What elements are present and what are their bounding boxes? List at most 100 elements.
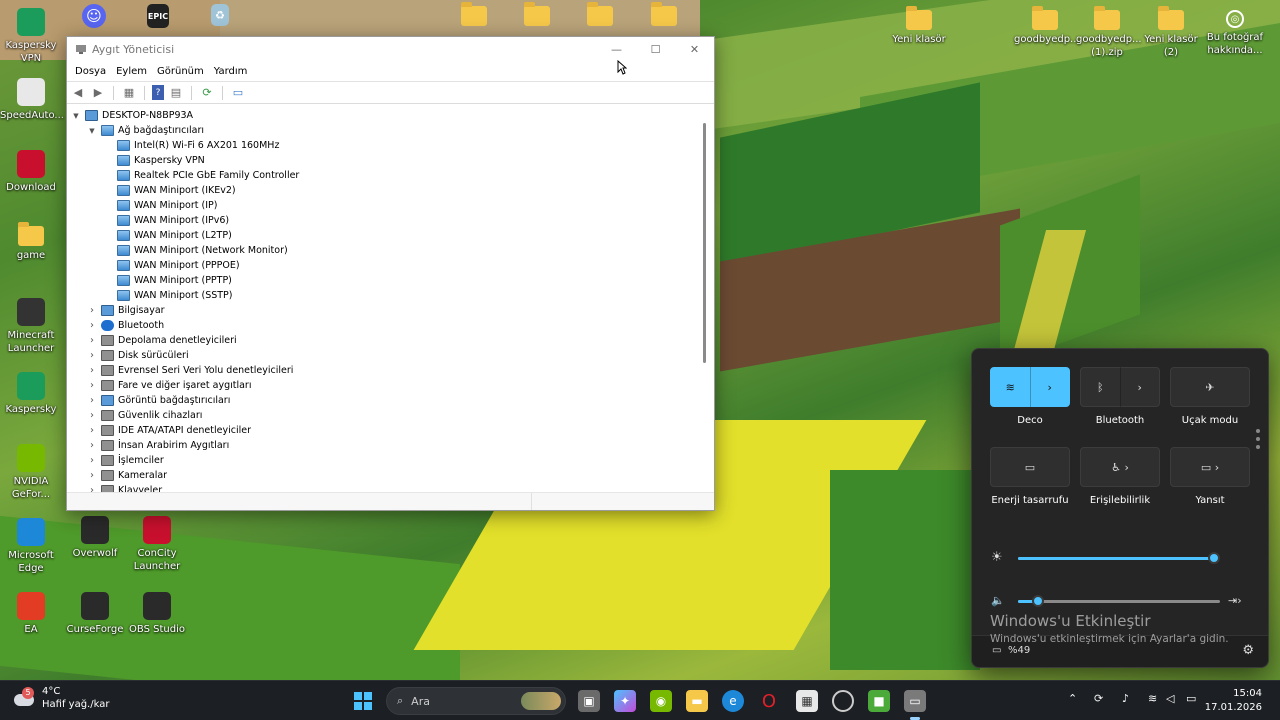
tree-category[interactable]: › Bilgisayar	[67, 303, 701, 318]
folder-desktop-icon[interactable]	[515, 2, 559, 29]
tree-item-adapter[interactable]: WAN Miniport (IP)	[67, 198, 701, 213]
desktop-icon-concity-launcher[interactable]: ConCity Launcher	[126, 516, 188, 573]
tree-item-adapter[interactable]: Intel(R) Wi-Fi 6 AX201 160MHz	[67, 138, 701, 153]
desktop-icon-goodbyedp[interactable]: goodbyedp...	[1014, 6, 1080, 46]
tree-item-adapter[interactable]: Realtek PCIe GbE Family Controller	[67, 168, 701, 183]
desktop-icon-speedauto[interactable]: SpeedAuto...	[0, 78, 64, 122]
tree-category[interactable]: › Depolama denetleyicileri	[67, 333, 701, 348]
battery-tray-icon[interactable]: ▭	[1186, 692, 1196, 705]
monitor-icon[interactable]: ▭	[230, 85, 246, 100]
clock[interactable]: 15:04 17.01.2026	[1205, 687, 1262, 715]
expand-chevron-icon[interactable]: ›	[87, 350, 97, 361]
desktop-icon-yeni-klas-r[interactable]: Yeni klasör	[888, 6, 950, 46]
tree-item-adapter[interactable]: WAN Miniport (L2TP)	[67, 228, 701, 243]
tree-category[interactable]: › IDE ATA/ATAPI denetleyiciler	[67, 423, 701, 438]
collapse-chevron-icon[interactable]: ▼	[71, 112, 81, 120]
desktop-icon-obs-studio[interactable]: OBS Studio	[126, 592, 188, 636]
expand-chevron-icon[interactable]: ›	[87, 455, 97, 466]
chevron-right-icon[interactable]: ›	[1031, 381, 1070, 394]
title-bar[interactable]: Aygıt Yöneticisi — ☐ ✕	[67, 37, 714, 61]
tree-category[interactable]: › Fare ve diğer işaret aygıtları	[67, 378, 701, 393]
tree-item-adapter[interactable]: WAN Miniport (PPPOE)	[67, 258, 701, 273]
tree-item-adapter[interactable]: WAN Miniport (IKEv2)	[67, 183, 701, 198]
properties-grid-icon[interactable]: ▦	[121, 85, 137, 100]
expand-chevron-icon[interactable]: ›	[87, 425, 97, 436]
tree-category[interactable]: › Bluetooth	[67, 318, 701, 333]
menu-dosya[interactable]: Dosya	[70, 66, 111, 77]
details-grid-icon[interactable]: ▤	[168, 85, 184, 100]
tree-category[interactable]: › İşlemciler	[67, 453, 701, 468]
expand-chevron-icon[interactable]: ›	[87, 485, 97, 492]
quick-tile-u-ak-modu[interactable]: ✈	[1170, 367, 1250, 407]
battery-percent[interactable]: %49	[1008, 645, 1030, 656]
expand-chevron-icon[interactable]: ›	[87, 305, 97, 316]
settings-gear-icon[interactable]: ⚙	[1242, 643, 1254, 658]
menu-yardim[interactable]: Yardım	[209, 66, 253, 77]
volume-slider[interactable]	[1018, 595, 1220, 607]
tree-category[interactable]: › Klavyeler	[67, 483, 701, 492]
wifi-tray-icon[interactable]: ≋	[1148, 692, 1157, 705]
desktop-icon-download[interactable]: Download	[0, 150, 62, 194]
back-arrow-icon[interactable]: ◀	[70, 85, 86, 100]
expand-chevron-icon[interactable]: ›	[87, 380, 97, 391]
menu-eylem[interactable]: Eylem	[111, 66, 152, 77]
brightness-knob[interactable]	[1208, 552, 1220, 564]
desktop-icon-goodbyedp-1-zip[interactable]: goodbyedp... (1).zip	[1076, 6, 1142, 59]
expand-chevron-icon[interactable]: ›	[87, 365, 97, 376]
desktop-icon-kaspersky[interactable]: Kaspersky	[0, 372, 62, 416]
tree-item-adapter[interactable]: Kaspersky VPN	[67, 153, 701, 168]
weather-widget[interactable]: 5 4°C Hafif yağ./kar	[14, 685, 109, 711]
maximize-button[interactable]: ☐	[636, 37, 675, 61]
quick-tile-deco[interactable]: ≋ ›	[990, 367, 1070, 407]
expand-chevron-icon[interactable]: ›	[87, 335, 97, 346]
desktop-icon-ea[interactable]: EA	[0, 592, 62, 636]
nvidia-icon[interactable]: ◉	[650, 690, 672, 712]
help-icon[interactable]: ?	[152, 85, 164, 100]
sync-icon[interactable]: ⟳	[1094, 692, 1103, 705]
folder-desktop-icon[interactable]	[452, 2, 496, 29]
minimize-button[interactable]: —	[597, 37, 636, 61]
epic-games-desktop-icon[interactable]: EPIC	[136, 4, 180, 31]
tree-item-adapter[interactable]: WAN Miniport (PPTP)	[67, 273, 701, 288]
microphone-icon[interactable]: ♪	[1122, 692, 1129, 705]
audio-output-icon[interactable]: ⇥›	[1228, 594, 1242, 607]
tree-category[interactable]: › Güvenlik cihazları	[67, 408, 701, 423]
collapse-chevron-icon[interactable]: ▼	[87, 127, 97, 135]
store-icon[interactable]: ▦	[796, 690, 818, 712]
edge-icon[interactable]: e	[722, 690, 744, 712]
menu-gorunum[interactable]: Görünüm	[152, 66, 209, 77]
volume-tray-icon[interactable]: ◁	[1166, 692, 1174, 705]
folder-desktop-icon[interactable]	[642, 2, 686, 29]
desktop-icon-kaspersky-vpn[interactable]: Kaspersky VPN	[0, 8, 62, 65]
forward-arrow-icon[interactable]: ▶	[90, 85, 106, 100]
volume-knob[interactable]	[1032, 595, 1045, 607]
chevron-right-icon[interactable]: ›	[1121, 381, 1160, 394]
task-view-icon[interactable]: ▣	[578, 690, 600, 712]
tree-item-adapter[interactable]: WAN Miniport (Network Monitor)	[67, 243, 701, 258]
quick-tile-enerji-tasarrufu[interactable]: ▭	[990, 447, 1070, 487]
tree-category[interactable]: › Disk sürücüleri	[67, 348, 701, 363]
start-button-icon[interactable]	[352, 690, 374, 712]
quick-tile-yans-t[interactable]: ▭ ›	[1170, 447, 1250, 487]
update-driver-icon[interactable]: ⟳	[199, 85, 215, 100]
expand-chevron-icon[interactable]: ›	[87, 470, 97, 481]
tree-category[interactable]: › İnsan Arabirim Aygıtları	[67, 438, 701, 453]
folder-desktop-icon[interactable]	[578, 2, 622, 29]
desktop-icon-yeni-klas-r-2[interactable]: Yeni klasör (2)	[1140, 6, 1202, 59]
minecraft-icon[interactable]: ■	[868, 690, 890, 712]
expand-chevron-icon[interactable]: ›	[87, 440, 97, 451]
desktop-icon-microsoft-edge[interactable]: Microsoft Edge	[0, 518, 62, 575]
obs-icon[interactable]	[832, 690, 854, 712]
vertical-scrollbar[interactable]	[703, 123, 706, 363]
desktop-icon-curseforge[interactable]: CurseForge	[64, 592, 126, 636]
copilot-icon[interactable]: ✦	[614, 690, 636, 712]
recycle-bin-desktop-icon[interactable]: ♻	[198, 4, 242, 29]
desktop-icon-overwolf[interactable]: Overwolf	[64, 516, 126, 560]
expand-chevron-icon[interactable]: ›	[87, 410, 97, 421]
device-manager-taskbar-icon[interactable]: ▭	[904, 690, 926, 712]
expand-chevron-icon[interactable]: ›	[87, 320, 97, 331]
tree-group-network[interactable]: ▼ Ağ bağdaştırıcıları	[67, 123, 701, 138]
desktop-icon-minecraft-launcher[interactable]: Minecraft Launcher	[0, 298, 62, 355]
tree-item-adapter[interactable]: WAN Miniport (IPv6)	[67, 213, 701, 228]
tree-category[interactable]: › Görüntü bağdaştırıcıları	[67, 393, 701, 408]
